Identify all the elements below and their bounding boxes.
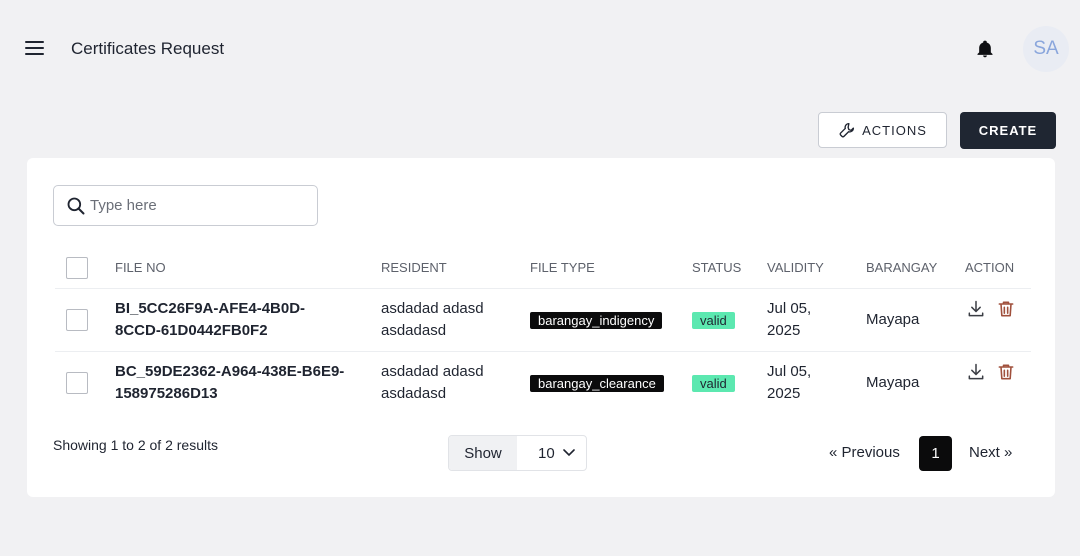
hamburger-menu-icon[interactable] — [25, 41, 45, 57]
validity-line: Jul 05, — [767, 300, 812, 317]
file-no-cell[interactable]: BI_5CC26F9A-AFE4-4B0D- 8CCD-61D0442FB0F2 — [115, 298, 365, 342]
file-no-line: 158975286D13 — [115, 385, 218, 402]
column-header-status[interactable]: STATUS — [692, 260, 741, 275]
user-avatar[interactable]: SA — [1023, 26, 1069, 72]
search-input[interactable] — [90, 197, 300, 214]
next-page-link[interactable]: Next » — [969, 444, 1012, 461]
resident-line: asdadasd — [381, 322, 447, 339]
barangay-cell: Mayapa — [866, 374, 920, 391]
file-type-badge: barangay_clearance — [530, 375, 664, 392]
select-all-checkbox[interactable] — [66, 257, 88, 279]
file-no-line: BC_59DE2362-A964-438E-B6E9- — [115, 363, 345, 380]
delete-trash-icon[interactable] — [996, 299, 1016, 319]
barangay-cell: Mayapa — [866, 311, 920, 328]
row-checkbox[interactable] — [66, 372, 88, 394]
actions-button[interactable]: ACTIONS — [818, 112, 947, 148]
top-bar: Certificates Request SA — [0, 0, 1080, 98]
resident-cell: asdadad adasd asdadasd — [381, 298, 484, 342]
file-no-line: BI_5CC26F9A-AFE4-4B0D- — [115, 300, 306, 317]
file-type-badge: barangay_indigency — [530, 312, 663, 329]
row-divider — [55, 351, 1031, 352]
download-icon[interactable] — [966, 362, 986, 382]
resident-line: asdadad adasd — [381, 363, 484, 380]
notification-bell-icon[interactable] — [975, 39, 995, 59]
column-header-barangay[interactable]: BARANGAY — [866, 260, 937, 275]
resident-cell: asdadad adasd asdadasd — [381, 361, 484, 405]
column-header-validity[interactable]: VALIDITY — [767, 260, 824, 275]
resident-line: asdadasd — [381, 385, 447, 402]
resident-line: asdadad adasd — [381, 300, 484, 317]
previous-page-link[interactable]: « Previous — [829, 444, 900, 461]
show-label: Show — [449, 436, 517, 470]
delete-trash-icon[interactable] — [996, 362, 1016, 382]
status-badge: valid — [692, 312, 735, 329]
validity-line: 2025 — [767, 385, 801, 402]
results-summary: Showing 1 to 2 of 2 results — [53, 437, 218, 453]
page-size-control: Show 10 — [448, 435, 587, 471]
download-icon[interactable] — [966, 299, 986, 319]
column-header-action: ACTION — [965, 260, 1015, 275]
current-page-button[interactable]: 1 — [919, 436, 952, 471]
column-header-file-no[interactable]: FILE NO — [115, 260, 166, 275]
actions-label: ACTIONS — [862, 122, 927, 138]
page-size-value: 10 — [538, 444, 555, 462]
wrench-icon — [839, 122, 855, 138]
file-no-cell[interactable]: BC_59DE2362-A964-438E-B6E9- 158975286D13 — [115, 361, 365, 405]
status-badge: valid — [692, 375, 735, 392]
row-divider — [55, 288, 1031, 289]
column-header-file-type[interactable]: FILE TYPE — [530, 260, 595, 275]
create-button[interactable]: CREATE — [960, 112, 1056, 149]
search-icon — [67, 197, 85, 214]
row-checkbox[interactable] — [66, 309, 88, 331]
search-box — [53, 185, 318, 226]
page-size-select[interactable]: 10 — [517, 436, 586, 470]
column-header-resident[interactable]: RESIDENT — [381, 260, 447, 275]
validity-cell: Jul 05, 2025 — [767, 361, 811, 405]
validity-cell: Jul 05, 2025 — [767, 298, 811, 342]
validity-line: 2025 — [767, 322, 801, 339]
requests-card: FILE NO RESIDENT FILE TYPE STATUS VALIDI… — [27, 158, 1055, 497]
chevron-down-icon — [562, 449, 575, 457]
page-title: Certificates Request — [71, 39, 225, 58]
file-no-line: 8CCD-61D0442FB0F2 — [115, 322, 268, 339]
validity-line: Jul 05, — [767, 363, 812, 380]
